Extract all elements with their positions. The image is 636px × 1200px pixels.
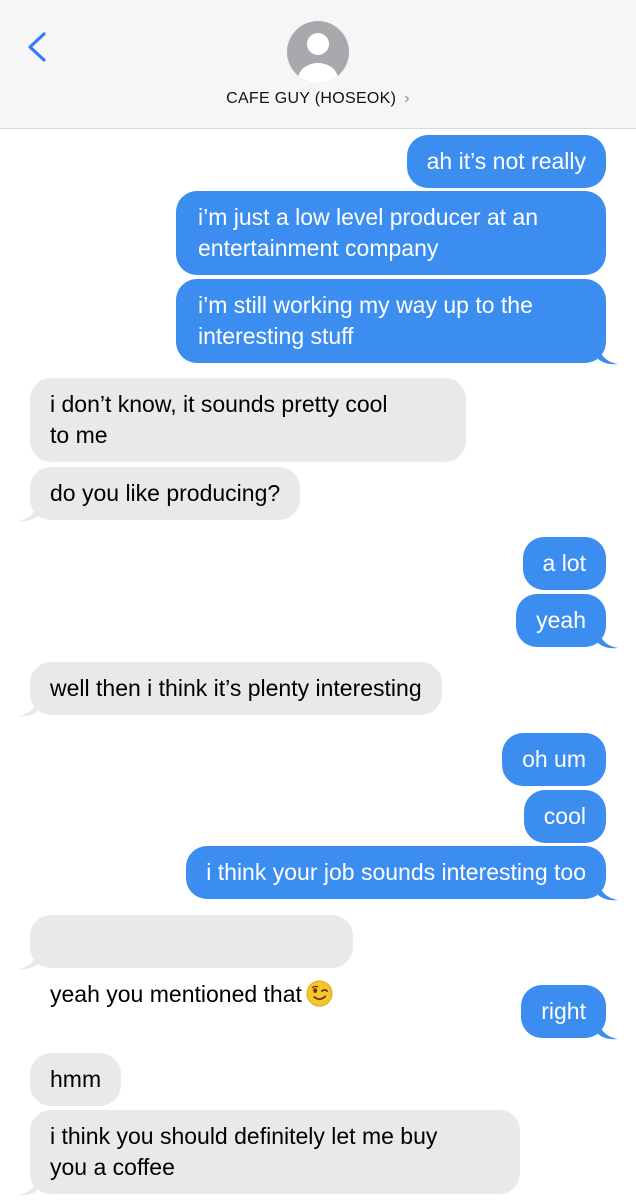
bubble-tail — [598, 629, 618, 649]
contact-name: CAFE GUY (HOSEOK) — [226, 90, 397, 107]
person-icon — [298, 33, 338, 83]
message-text: yeah — [536, 607, 586, 633]
message-text: yeah you mentioned that — [50, 981, 302, 1007]
message-bubble-outgoing[interactable]: right — [521, 985, 606, 1038]
winking-face-icon — [306, 980, 333, 1007]
messages-screen: CAFE GUY (HOSEOK) › ah it’s not really i’… — [0, 0, 636, 1200]
message-text: oh um — [522, 746, 586, 772]
message-bubble-incoming[interactable]: i think you should definitely let me buy… — [30, 1110, 520, 1194]
message-bubble-outgoing[interactable]: a lot — [522, 537, 606, 590]
message-bubble-outgoing[interactable]: i’m still working my way up to the inter… — [176, 279, 606, 363]
chevron-left-icon — [28, 32, 46, 62]
message-text: hmm — [50, 1066, 102, 1092]
message-bubble-outgoing[interactable]: ah it’s not really — [406, 135, 606, 188]
message-bubble-outgoing[interactable]: oh um — [502, 733, 606, 786]
conversation-header: CAFE GUY (HOSEOK) › — [0, 0, 636, 129]
message-text: i’m just a low level producer at an ente… — [198, 204, 539, 261]
message-bubble-outgoing[interactable]: i’m just a low level producer at an ente… — [176, 191, 606, 275]
message-text: well then i think it’s plenty interestin… — [50, 675, 422, 701]
bubble-tail — [598, 1020, 618, 1040]
message-text: i think you should definitely let me buy… — [50, 1123, 438, 1180]
message-bubble-outgoing[interactable]: yeah — [516, 594, 606, 647]
bubble-tail — [598, 345, 618, 365]
message-bubble-outgoing[interactable]: i think your job sounds interesting too — [186, 846, 606, 899]
bubble-tail — [598, 881, 618, 901]
message-bubble-incoming[interactable]: yeah you mentioned that — [30, 915, 353, 1007]
message-text: i’m still working my way up to the inter… — [198, 292, 533, 349]
message-bubble-incoming[interactable]: well then i think it’s plenty interestin… — [30, 662, 442, 715]
message-text: i don’t know, it sounds pretty cool to m… — [50, 391, 388, 448]
message-text: do you like producing? — [50, 480, 281, 506]
contact-avatar[interactable] — [287, 21, 349, 83]
bubble-tail — [18, 697, 38, 717]
message-text: ah it’s not really — [426, 148, 586, 174]
message-bubble-incoming[interactable]: hmm — [30, 1053, 122, 1106]
message-text: i think your job sounds interesting too — [206, 859, 586, 885]
message-text: a lot — [542, 550, 586, 576]
back-button[interactable] — [22, 30, 56, 64]
message-text: cool — [543, 803, 586, 829]
message-bubble-incoming[interactable]: i don’t know, it sounds pretty cool to m… — [30, 378, 466, 462]
message-bubble-outgoing[interactable]: cool — [523, 790, 606, 843]
chevron-right-icon: › — [404, 90, 410, 107]
contact-name-button[interactable]: CAFE GUY (HOSEOK) › — [0, 90, 636, 108]
bubble-tail — [18, 950, 38, 970]
bubble-tail — [18, 502, 38, 522]
message-bubble-incoming[interactable]: do you like producing? — [30, 467, 301, 520]
message-text: right — [541, 998, 586, 1024]
bubble-tail — [18, 1176, 38, 1196]
